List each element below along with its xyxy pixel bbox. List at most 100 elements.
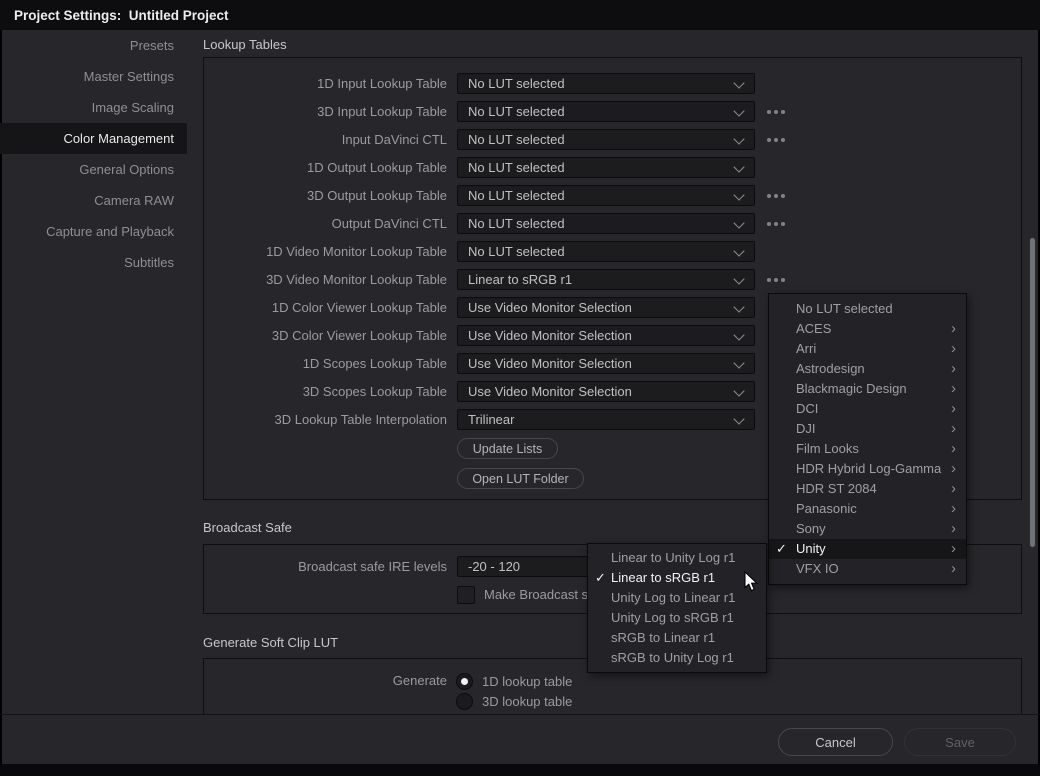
dropdown-1d-input[interactable]: No LUT selected bbox=[457, 73, 755, 94]
menu-item-sony[interactable]: Sony› bbox=[769, 519, 966, 539]
row-label: 3D Video Monitor Lookup Table bbox=[266, 269, 447, 290]
dropdown-value: No LUT selected bbox=[468, 186, 565, 205]
submenu-item-srgb-to-linear[interactable]: sRGB to Linear r1 bbox=[588, 628, 766, 648]
row-label: 1D Output Lookup Table bbox=[307, 157, 447, 178]
dialog-title: Project Settings: Untitled Project bbox=[0, 8, 229, 23]
dropdown-1d-output[interactable]: No LUT selected bbox=[457, 157, 755, 178]
submenu-item-unity-log-to-linear[interactable]: Unity Log to Linear r1 bbox=[588, 588, 766, 608]
lut-row-1d-output: 1D Output Lookup Table No LUT selected bbox=[203, 157, 1023, 178]
menu-item-unity[interactable]: ✓Unity› bbox=[769, 539, 966, 559]
menu-item-blackmagic-design[interactable]: Blackmagic Design› bbox=[769, 379, 966, 399]
sidebar-item-subtitles[interactable]: Subtitles bbox=[0, 247, 187, 278]
lut-row-1d-video-monitor: 1D Video Monitor Lookup Table No LUT sel… bbox=[203, 241, 1023, 262]
menu-item-vfx-io[interactable]: VFX IO› bbox=[769, 559, 966, 579]
dropdown-3d-scopes[interactable]: Use Video Monitor Selection bbox=[457, 381, 755, 402]
dropdown-3d-output[interactable]: No LUT selected bbox=[457, 185, 755, 206]
submenu-arrow-icon: › bbox=[951, 379, 956, 398]
sidebar-item-capture-playback[interactable]: Capture and Playback bbox=[0, 216, 187, 247]
submenu-item-linear-to-unity-log[interactable]: Linear to Unity Log r1 bbox=[588, 548, 766, 568]
dropdown-3d-input[interactable]: No LUT selected bbox=[457, 101, 755, 122]
menu-item-dci[interactable]: DCI› bbox=[769, 399, 966, 419]
dropdown-1d-video-monitor[interactable]: No LUT selected bbox=[457, 241, 755, 262]
menu-item-hdr-hlg[interactable]: HDR Hybrid Log-Gamma› bbox=[769, 459, 966, 479]
submenu-item-linear-to-srgb[interactable]: ✓Linear to sRGB r1 bbox=[588, 568, 766, 588]
menu-item-aces[interactable]: ACES› bbox=[769, 319, 966, 339]
open-lut-folder-button[interactable]: Open LUT Folder bbox=[457, 468, 584, 489]
radio-3d-lookup-table[interactable] bbox=[456, 693, 473, 710]
chevron-down-icon bbox=[733, 329, 744, 340]
lut-row-3d-video-monitor: 3D Video Monitor Lookup Table Linear to … bbox=[203, 269, 1023, 290]
submenu-item-unity-log-to-srgb[interactable]: Unity Log to sRGB r1 bbox=[588, 608, 766, 628]
chevron-down-icon bbox=[733, 189, 744, 200]
submenu-arrow-icon: › bbox=[951, 519, 956, 538]
dropdown-output-ctl[interactable]: No LUT selected bbox=[457, 213, 755, 234]
chevron-down-icon bbox=[733, 245, 744, 256]
make-broadcast-safe-checkbox[interactable] bbox=[457, 586, 475, 604]
dropdown-value: -20 - 120 bbox=[468, 557, 520, 576]
lut-row-3d-input: 3D Input Lookup Table No LUT selected bbox=[203, 101, 1023, 122]
dropdown-value: No LUT selected bbox=[468, 242, 565, 261]
chevron-down-icon bbox=[733, 77, 744, 88]
menu-item-dji[interactable]: DJI› bbox=[769, 419, 966, 439]
sidebar-item-presets[interactable]: Presets bbox=[0, 30, 187, 61]
submenu-arrow-icon: › bbox=[951, 479, 956, 498]
row-label: 3D Input Lookup Table bbox=[317, 101, 447, 122]
row-label: 1D Video Monitor Lookup Table bbox=[266, 241, 447, 262]
check-icon: ✓ bbox=[595, 568, 606, 588]
save-button[interactable]: Save bbox=[904, 728, 1016, 756]
dropdown-input-ctl[interactable]: No LUT selected bbox=[457, 129, 755, 150]
row-label: 3D Scopes Lookup Table bbox=[303, 381, 447, 402]
dropdown-value: No LUT selected bbox=[468, 130, 565, 149]
row-label: 3D Color Viewer Lookup Table bbox=[272, 325, 447, 346]
bottom-strip bbox=[0, 764, 1040, 776]
dropdown-value: Use Video Monitor Selection bbox=[468, 382, 632, 401]
dropdown-3d-video-monitor[interactable]: Linear to sRGB r1 bbox=[457, 269, 755, 290]
row-label: 3D Lookup Table Interpolation bbox=[275, 409, 448, 430]
menu-item-panasonic[interactable]: Panasonic› bbox=[769, 499, 966, 519]
sidebar-item-master-settings[interactable]: Master Settings bbox=[0, 61, 187, 92]
vertical-scrollbar-thumb[interactable] bbox=[1029, 237, 1036, 548]
options-menu-icon[interactable] bbox=[765, 185, 787, 206]
sidebar-item-image-scaling[interactable]: Image Scaling bbox=[0, 92, 187, 123]
dropdown-value: No LUT selected bbox=[468, 74, 565, 93]
lut-category-menu: No LUT selected ACES› Arri› Astrodesign›… bbox=[768, 293, 967, 585]
update-lists-button[interactable]: Update Lists bbox=[457, 438, 558, 459]
sidebar-item-color-management[interactable]: Color Management bbox=[0, 123, 187, 154]
row-label: Output DaVinci CTL bbox=[332, 213, 447, 234]
dropdown-interpolation[interactable]: Trilinear bbox=[457, 409, 755, 430]
mouse-cursor bbox=[744, 571, 759, 592]
submenu-arrow-icon: › bbox=[951, 339, 956, 358]
sidebar-item-general-options[interactable]: General Options bbox=[0, 154, 187, 185]
submenu-arrow-icon: › bbox=[951, 319, 956, 338]
menu-item-hdr-st2084[interactable]: HDR ST 2084› bbox=[769, 479, 966, 499]
chevron-down-icon bbox=[733, 385, 744, 396]
generate-label: Generate bbox=[393, 672, 447, 690]
submenu-arrow-icon: › bbox=[951, 359, 956, 378]
radio-3d-label: 3D lookup table bbox=[482, 693, 572, 710]
options-menu-icon[interactable] bbox=[765, 269, 787, 290]
options-menu-icon[interactable] bbox=[765, 101, 787, 122]
submenu-item-srgb-to-unity-log[interactable]: sRGB to Unity Log r1 bbox=[588, 648, 766, 668]
chevron-down-icon bbox=[733, 105, 744, 116]
menu-item-no-lut[interactable]: No LUT selected bbox=[769, 299, 966, 319]
dropdown-1d-color-viewer[interactable]: Use Video Monitor Selection bbox=[457, 297, 755, 318]
row-label: 3D Output Lookup Table bbox=[307, 185, 447, 206]
submenu-arrow-icon: › bbox=[951, 559, 956, 578]
sidebar-item-camera-raw[interactable]: Camera RAW bbox=[0, 185, 187, 216]
row-label: 1D Scopes Lookup Table bbox=[303, 353, 447, 374]
menu-item-astrodesign[interactable]: Astrodesign› bbox=[769, 359, 966, 379]
dropdown-value: Trilinear bbox=[468, 410, 514, 429]
dropdown-1d-scopes[interactable]: Use Video Monitor Selection bbox=[457, 353, 755, 374]
chevron-down-icon bbox=[733, 301, 744, 312]
cancel-button[interactable]: Cancel bbox=[778, 728, 893, 756]
dropdown-3d-color-viewer[interactable]: Use Video Monitor Selection bbox=[457, 325, 755, 346]
menu-item-film-looks[interactable]: Film Looks› bbox=[769, 439, 966, 459]
submenu-arrow-icon: › bbox=[951, 419, 956, 438]
options-menu-icon[interactable] bbox=[765, 213, 787, 234]
content-divider bbox=[0, 714, 1040, 715]
row-label: 1D Input Lookup Table bbox=[317, 73, 447, 94]
options-menu-icon[interactable] bbox=[765, 129, 787, 150]
menu-item-arri[interactable]: Arri› bbox=[769, 339, 966, 359]
dropdown-value: No LUT selected bbox=[468, 102, 565, 121]
radio-1d-lookup-table[interactable] bbox=[456, 673, 473, 690]
